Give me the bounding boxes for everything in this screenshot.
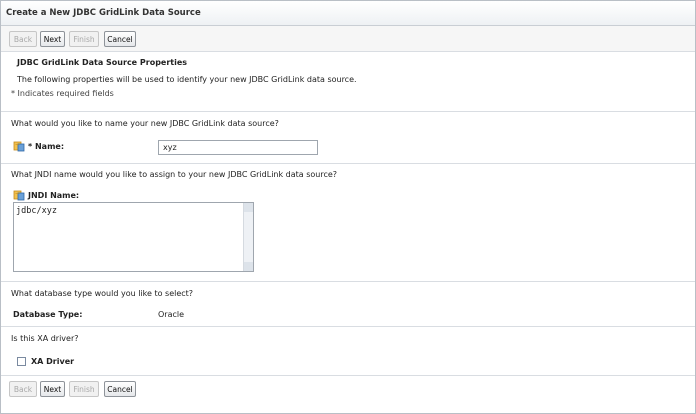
database-icon xyxy=(13,190,25,201)
xa-driver-checkbox[interactable] xyxy=(17,357,26,366)
divider xyxy=(1,163,695,164)
xa-question: Is this XA driver? xyxy=(11,334,79,343)
cancel-button[interactable]: Cancel xyxy=(104,381,136,397)
divider xyxy=(1,326,695,327)
name-label: * Name: xyxy=(28,142,65,151)
finish-button[interactable]: Finish xyxy=(69,381,99,397)
section-description: The following properties will be used to… xyxy=(17,75,357,84)
db-type-label: Database Type: xyxy=(13,310,83,319)
dialog-frame: Create a New JDBC GridLink Data Source B… xyxy=(0,0,696,414)
db-question: What database type would you like to sel… xyxy=(11,289,194,298)
bottom-button-row: Back Next Finish Cancel xyxy=(1,376,695,402)
divider xyxy=(1,111,695,112)
jndi-textarea[interactable]: jdbc/xyz xyxy=(13,202,254,272)
db-type-value: Oracle xyxy=(158,310,185,319)
back-button[interactable]: Back xyxy=(9,381,37,397)
section-title: JDBC GridLink Data Source Properties xyxy=(17,58,188,67)
jndi-label: JNDI Name: xyxy=(28,191,80,200)
top-button-row: Back Next Finish Cancel xyxy=(1,26,695,52)
next-button[interactable]: Next xyxy=(40,381,65,397)
name-question: What would you like to name your new JDB… xyxy=(11,119,279,128)
jndi-question: What JNDI name would you like to assign … xyxy=(11,170,338,179)
finish-button[interactable]: Finish xyxy=(69,31,99,47)
divider xyxy=(1,51,695,52)
scroll-up-arrow[interactable] xyxy=(244,203,253,212)
back-button[interactable]: Back xyxy=(9,31,37,47)
scroll-down-arrow[interactable] xyxy=(244,262,253,271)
textarea-scrollbar[interactable] xyxy=(243,203,253,271)
window-title: Create a New JDBC GridLink Data Source xyxy=(6,8,201,18)
required-note: * Indicates required fields xyxy=(11,89,114,98)
database-icon xyxy=(13,141,25,152)
cancel-button[interactable]: Cancel xyxy=(104,31,136,47)
name-input[interactable]: xyz xyxy=(158,140,318,155)
title-bar: Create a New JDBC GridLink Data Source xyxy=(1,1,695,26)
jndi-value: jdbc/xyz xyxy=(16,206,57,216)
next-button[interactable]: Next xyxy=(40,31,65,47)
divider xyxy=(1,281,695,282)
xa-driver-label: XA Driver xyxy=(31,357,75,366)
